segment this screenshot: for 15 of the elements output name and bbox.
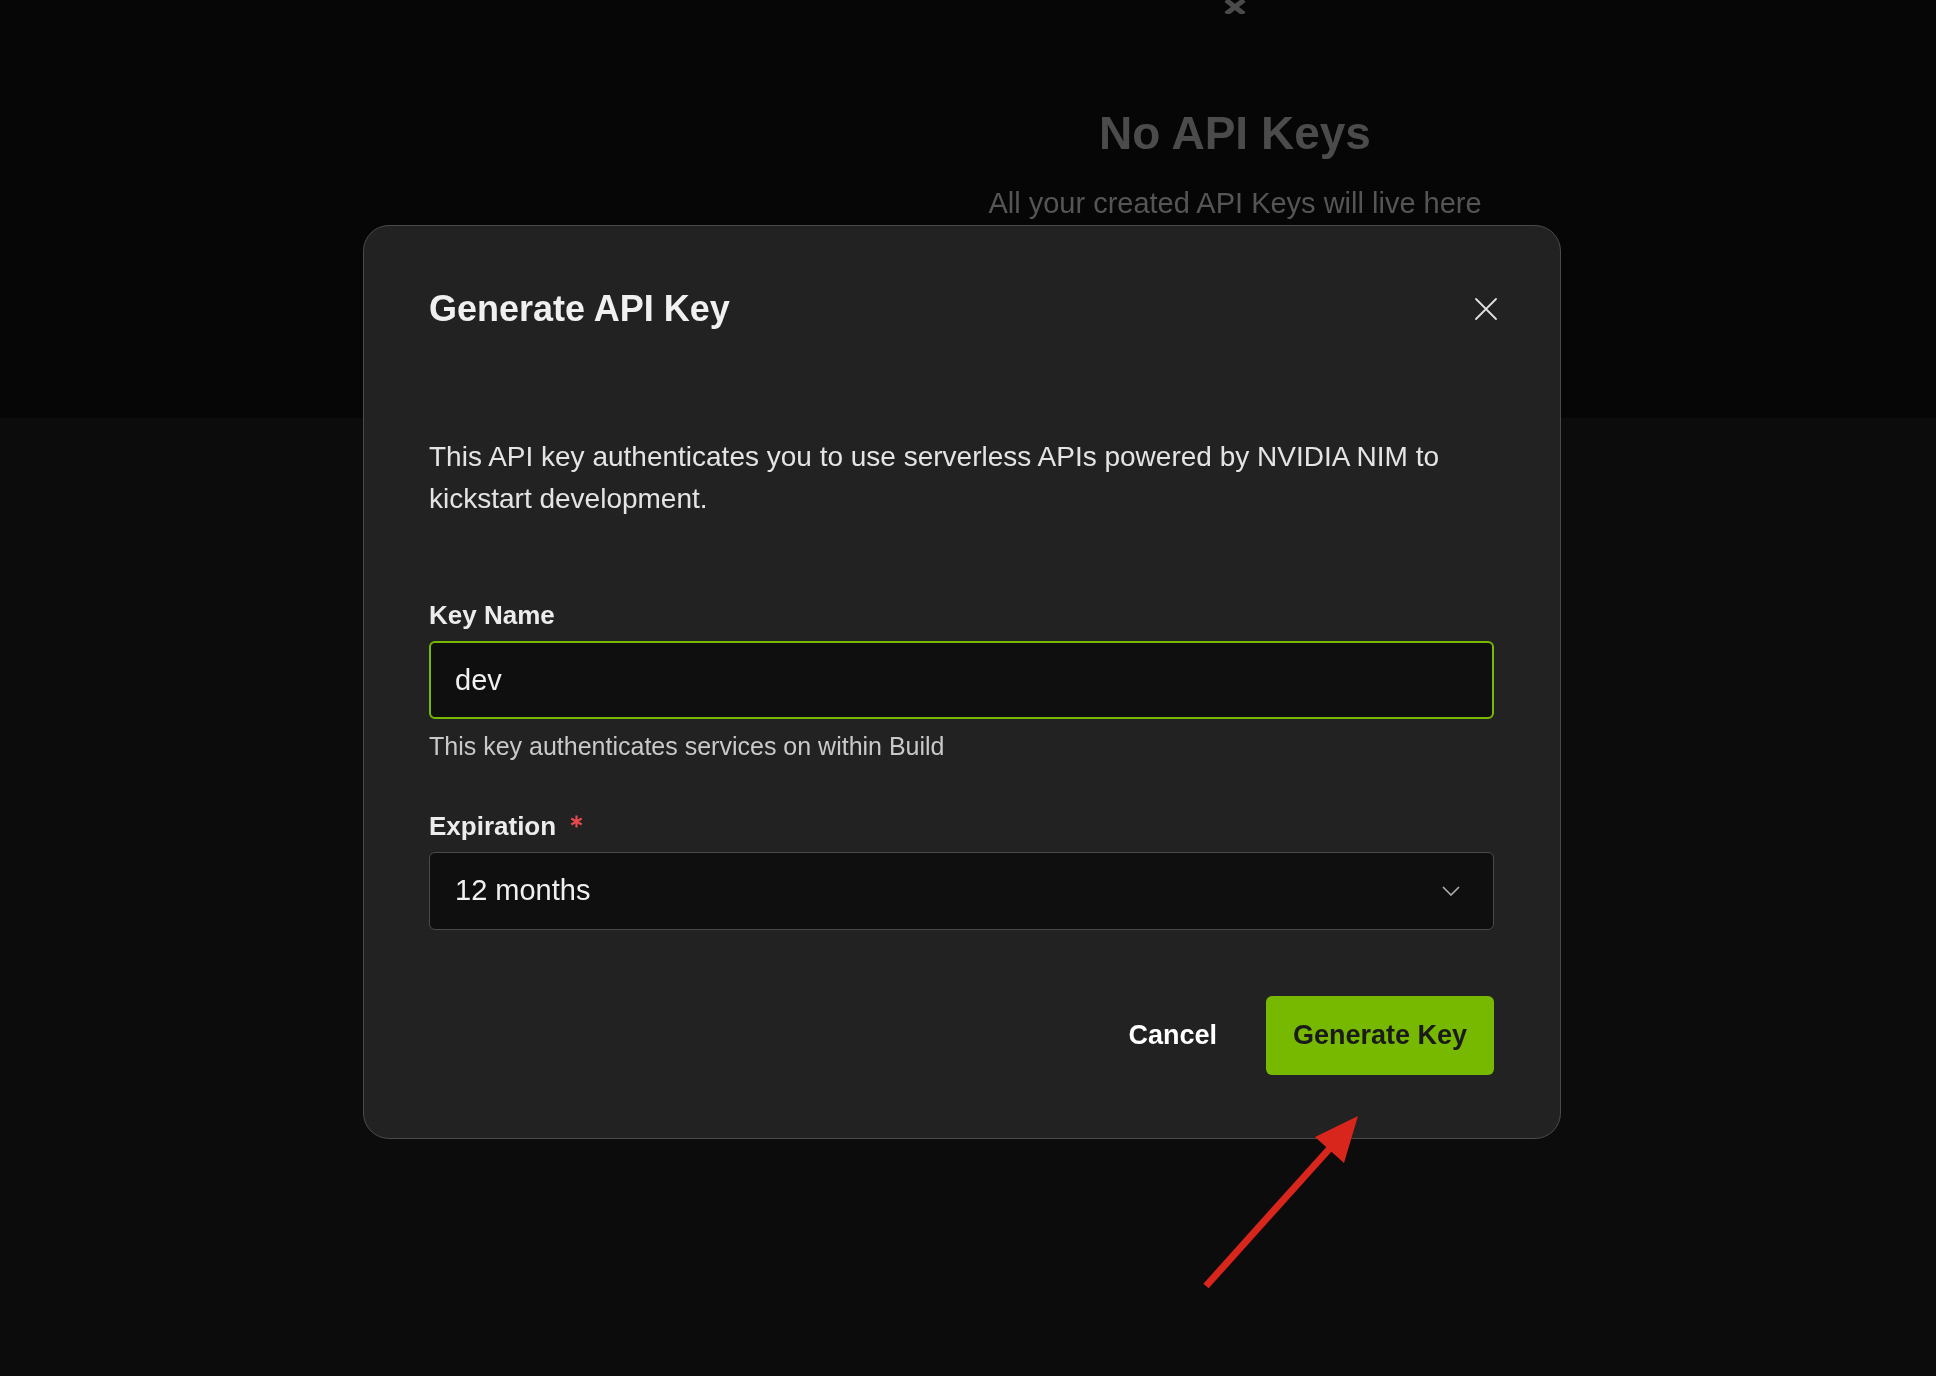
generate-button[interactable]: Generate Key [1266,996,1494,1075]
dialog-description: This API key authenticates you to use serverless APIs powered by NVIDIA NIM to kickstart development. [429,440,1441,516]
cross-icon [1224,0,1246,14]
chevron-down-icon [1442,886,1460,896]
empty-state-title: No API Keys [1099,106,1371,161]
dialog-title: Generate API Key [429,289,730,329]
empty-state-message: All your created API Keys will live here [988,187,1482,219]
field-help-text: This key authenticates services on within Build [429,731,946,761]
field-label: Expiration [429,810,557,842]
text-input-field[interactable]: dev [429,641,1494,719]
field-label: Key Name [429,599,555,631]
close-button[interactable] [1474,297,1498,321]
cancel-button[interactable]: Cancel [1116,996,1229,1075]
close-icon [1474,297,1498,321]
dropdown-select[interactable]: 12 months [429,852,1494,930]
